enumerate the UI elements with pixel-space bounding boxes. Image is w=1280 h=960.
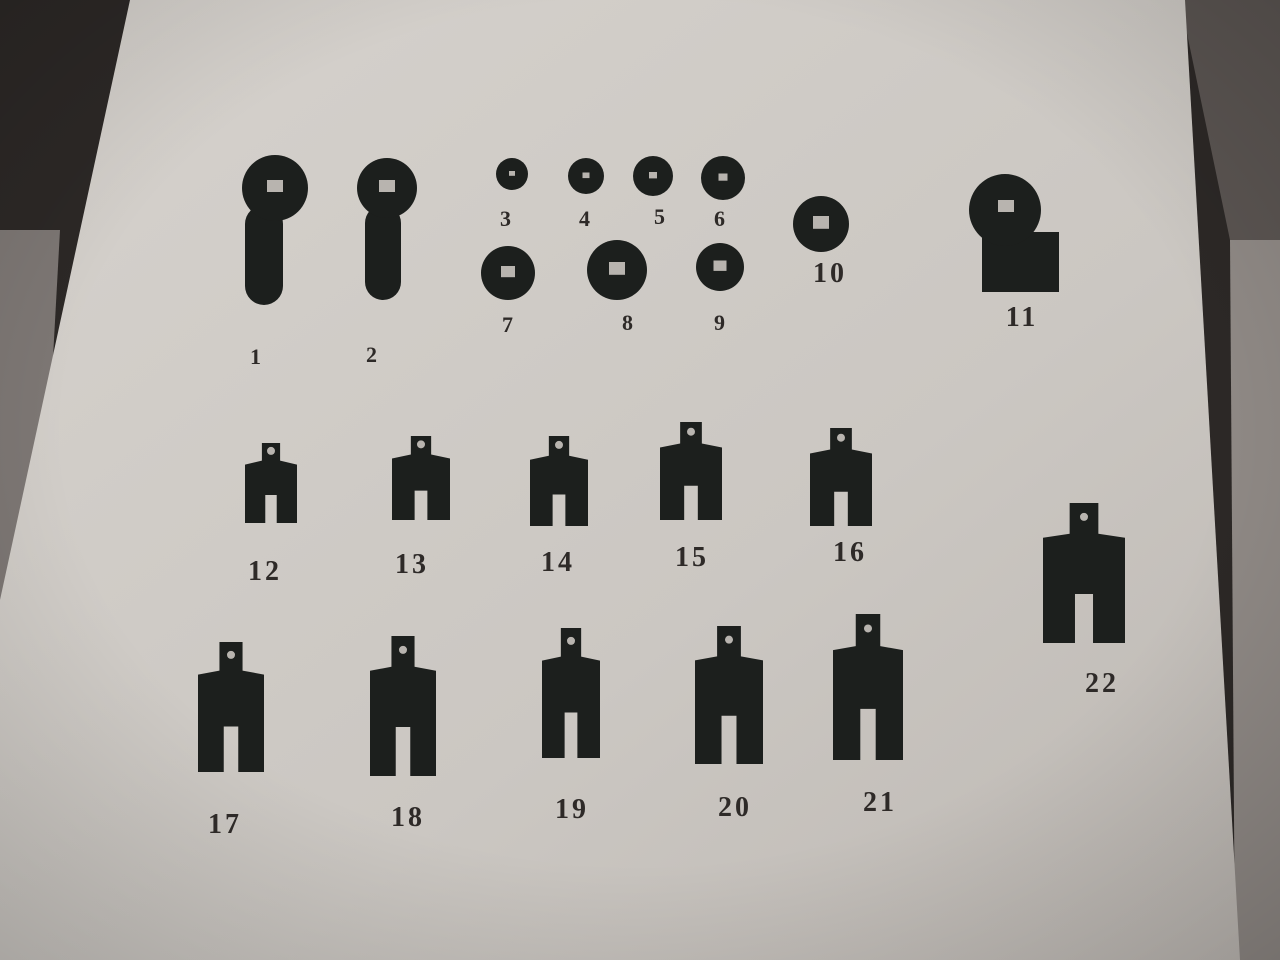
artifact-label-8: 8 — [622, 310, 634, 335]
artifact-label-7: 7 — [502, 312, 514, 337]
museum-display-board — [0, 0, 1280, 960]
artifact-label-22: 22 — [1085, 668, 1119, 699]
artifact-label-15: 15 — [675, 542, 709, 573]
artifact-8 — [587, 240, 647, 300]
artifact-label-17: 17 — [208, 809, 242, 840]
artifact-3 — [496, 158, 528, 190]
vignette-overlay — [0, 0, 1280, 960]
artifact-label-20: 20 — [718, 792, 752, 823]
artifact-label-21: 21 — [863, 787, 897, 818]
artifact-10 — [793, 196, 849, 252]
artifact-label-12: 12 — [248, 556, 282, 587]
artifact-label-4: 4 — [579, 206, 591, 231]
artifact-9 — [696, 243, 744, 291]
artifact-label-3: 3 — [500, 206, 512, 231]
artifact-label-10: 10 — [813, 258, 847, 289]
artifact-label-1: 1 — [250, 344, 262, 369]
artifact-label-2: 2 — [366, 342, 378, 367]
artifact-label-18: 18 — [391, 802, 425, 833]
artifact-6 — [701, 156, 745, 200]
artifact-label-9: 9 — [714, 310, 726, 335]
artifact-7 — [481, 246, 535, 300]
artifact-label-6: 6 — [714, 206, 726, 231]
artifact-label-11: 11 — [1005, 302, 1039, 333]
artifact-label-13: 13 — [395, 549, 429, 580]
artifact-label-14: 14 — [541, 547, 575, 578]
artifact-5 — [633, 156, 673, 196]
artifact-label-5: 5 — [654, 204, 666, 229]
artifact-label-16: 16 — [833, 537, 867, 568]
artifact-label-19: 19 — [555, 794, 589, 825]
artifact-4 — [568, 158, 604, 194]
